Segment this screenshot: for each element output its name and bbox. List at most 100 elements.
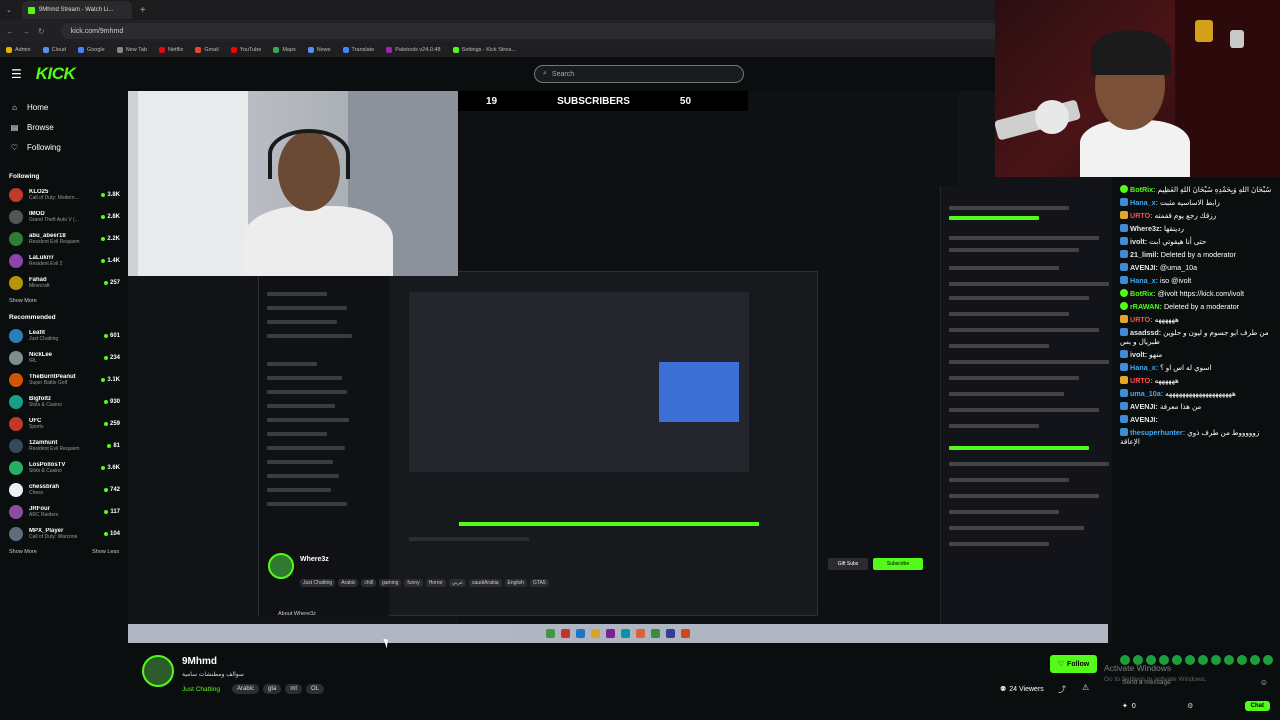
back-icon[interactable]: ←: [6, 27, 14, 36]
chat-username[interactable]: AVENJI:: [1130, 402, 1158, 411]
nav-browse[interactable]: ▤ Browse: [0, 117, 128, 137]
show-more-button[interactable]: Show More: [9, 549, 37, 555]
channel-category: Chess: [29, 490, 44, 496]
sidebar-channel-item[interactable]: KLO25 Call of Duty: Modern... 3.8K: [0, 184, 128, 206]
stream-tag[interactable]: gta: [263, 684, 282, 694]
chat-username[interactable]: URTO:: [1130, 315, 1153, 324]
bookmark-item[interactable]: Google: [77, 46, 105, 53]
new-tab-button[interactable]: +: [140, 5, 146, 16]
sidebar-channel-item[interactable]: Leafit Just Chatting 601: [0, 325, 128, 347]
chat-username[interactable]: uma_10a:: [1130, 389, 1163, 398]
bookmark-item[interactable]: Netflix: [159, 46, 183, 53]
sidebar-channel-item[interactable]: NickLee IRL 234: [0, 347, 128, 369]
show-less-button[interactable]: Show Less: [92, 549, 119, 555]
chat-username[interactable]: AVENJI:: [1130, 415, 1158, 424]
chat-username[interactable]: ivolt:: [1130, 237, 1147, 246]
chat-input[interactable]: Send a message ☺: [1112, 671, 1280, 693]
chat-text: رابط الاساسيه مثبت: [1159, 198, 1220, 207]
stream-tag[interactable]: OL: [306, 684, 325, 694]
bookmark-label: New Tab: [125, 46, 148, 53]
forward-icon[interactable]: →: [22, 27, 30, 36]
bookmark-item[interactable]: Translate: [342, 46, 374, 53]
settings-icon[interactable]: ⚙: [1187, 702, 1193, 710]
bookmark-item[interactable]: Maps: [273, 46, 296, 53]
sidebar-channel-item[interactable]: Bigfoltz Slots & Casino 930: [0, 391, 128, 413]
sidebar-channel-item[interactable]: 12amhunt Resident Evil Requiem 81: [0, 435, 128, 457]
kick-logo[interactable]: KICK: [36, 64, 76, 84]
sidebar-channel-item[interactable]: MPX_Player Call of Duty: Warzone 104: [0, 523, 128, 545]
chat-username[interactable]: BotRix:: [1130, 185, 1156, 194]
chat-username[interactable]: asadssd:: [1130, 328, 1161, 337]
chat-username[interactable]: rRAWAN:: [1130, 302, 1162, 311]
chat-username[interactable]: ivolt:: [1130, 350, 1147, 359]
chat-text: ههههههههههههههههههههه: [1165, 389, 1236, 398]
stream-tag[interactable]: Arabic: [232, 684, 260, 694]
sidebar-channel-item[interactable]: abu_abeer18 Resident Evil Requiem 2.2K: [0, 228, 128, 250]
channel-text: Bigfoltz Slots & Casino: [29, 396, 104, 408]
bookmark-item[interactable]: Paletools v24.0.48: [386, 46, 441, 53]
bookmark-item[interactable]: YouTube: [230, 46, 261, 53]
reload-icon[interactable]: ↻: [38, 27, 45, 36]
channel-avatar: [9, 417, 23, 431]
bookmark-item[interactable]: Gmail: [195, 46, 219, 53]
bookmark-item[interactable]: Cloud: [42, 46, 66, 53]
chat-username[interactable]: URTO:: [1130, 376, 1153, 385]
chat-username[interactable]: URTO:: [1130, 211, 1153, 220]
chat-username[interactable]: Hana_x:: [1130, 276, 1158, 285]
bookmark-item[interactable]: Admin: [6, 46, 31, 53]
sidebar-channel-item[interactable]: JRFour ARC Raiders 117: [0, 501, 128, 523]
sidebar-channel-item[interactable]: TheBurntPeanut Super Battle Golf 3.1K: [0, 369, 128, 391]
sidebar-channel-item[interactable]: LosPollosTV Slots & Casino 3.6K: [0, 457, 128, 479]
nested-tag: saudiArabia: [469, 579, 502, 587]
share-icon[interactable]: ⤴: [1058, 684, 1066, 695]
url-field[interactable]: kick.com/9mhmd: [60, 23, 1001, 39]
nav-following[interactable]: ♡ Following: [0, 137, 128, 157]
browser-tab[interactable]: 9Mhmd Stream - Watch Li...: [21, 1, 132, 19]
bookmark-item[interactable]: New Tab: [116, 46, 148, 53]
bookmark-item[interactable]: News: [307, 46, 331, 53]
channel-text: TheBurntPeanut Super Battle Golf: [29, 374, 101, 386]
stream-category[interactable]: Just Chatting: [182, 686, 220, 693]
chat-username[interactable]: Hana_x:: [1130, 198, 1158, 207]
sidebar-channel-item[interactable]: LaLukrrr Resident Evil 2 1.4K: [0, 250, 128, 272]
report-icon[interactable]: ⚠: [1082, 683, 1089, 692]
bookmark-favicon-icon: [159, 46, 166, 53]
video-player[interactable]: 19 SUBSCRIBERS 50 Where3z Just Chatting A…: [128, 91, 1120, 643]
chat-username[interactable]: BotRix:: [1130, 289, 1156, 298]
home-icon: ⌂: [12, 102, 17, 112]
live-dot-icon: [103, 334, 108, 338]
viewer-count-text: 3.1K: [107, 377, 120, 383]
kick-favicon-icon: [27, 6, 35, 14]
sidebar-channel-item[interactable]: IMOD Grand Theft Auto V (... 2.8K: [0, 206, 128, 228]
bookmark-item[interactable]: Settings - Kick Strea...: [452, 46, 516, 53]
stream-tag[interactable]: mt: [285, 684, 303, 694]
viewer-count: 234: [103, 355, 120, 361]
emoji-icon[interactable]: ☺: [1260, 678, 1268, 687]
search-input[interactable]: ⌕ Search: [534, 65, 744, 83]
chat-username[interactable]: 21_limil:: [1130, 250, 1159, 259]
show-more-button[interactable]: Show More: [9, 298, 37, 304]
nav-home[interactable]: ⌂ Home: [0, 97, 128, 117]
chat-text: رزقك رجع يوم ققمته: [1154, 211, 1217, 220]
channel-category: ARC Raiders: [29, 512, 59, 518]
points-icon[interactable]: ✦: [1122, 702, 1128, 710]
channel-name[interactable]: 9Mhmd: [182, 656, 217, 667]
chat-username[interactable]: Hana_x:: [1130, 363, 1158, 372]
chat-username[interactable]: AVENJI:: [1130, 263, 1158, 272]
bookmark-favicon-icon: [77, 46, 84, 53]
nested-tag: chill: [361, 579, 376, 587]
url-text: kick.com/9mhmd: [70, 27, 124, 35]
chat-send-button[interactable]: Chat: [1244, 701, 1270, 711]
chat-username[interactable]: thesuperhunter:: [1130, 428, 1185, 437]
sidebar-channel-item[interactable]: UFC Sports 259: [0, 413, 128, 435]
sidebar-channel-item[interactable]: Fahad Minecraft 257: [0, 272, 128, 294]
sidebar-channel-item[interactable]: chessbrah Chess 742: [0, 479, 128, 501]
chat-username[interactable]: Where3z:: [1130, 224, 1162, 233]
follow-button[interactable]: ♡ Follow: [1050, 655, 1097, 673]
tab-list-icon[interactable]: ⌄: [6, 6, 12, 14]
points-count: 0: [1131, 702, 1136, 710]
menu-icon[interactable]: ☰: [11, 67, 22, 81]
viewer-count-text: 24 Viewers: [1009, 685, 1044, 693]
wall: [138, 91, 248, 276]
channel-avatar[interactable]: [142, 655, 174, 687]
